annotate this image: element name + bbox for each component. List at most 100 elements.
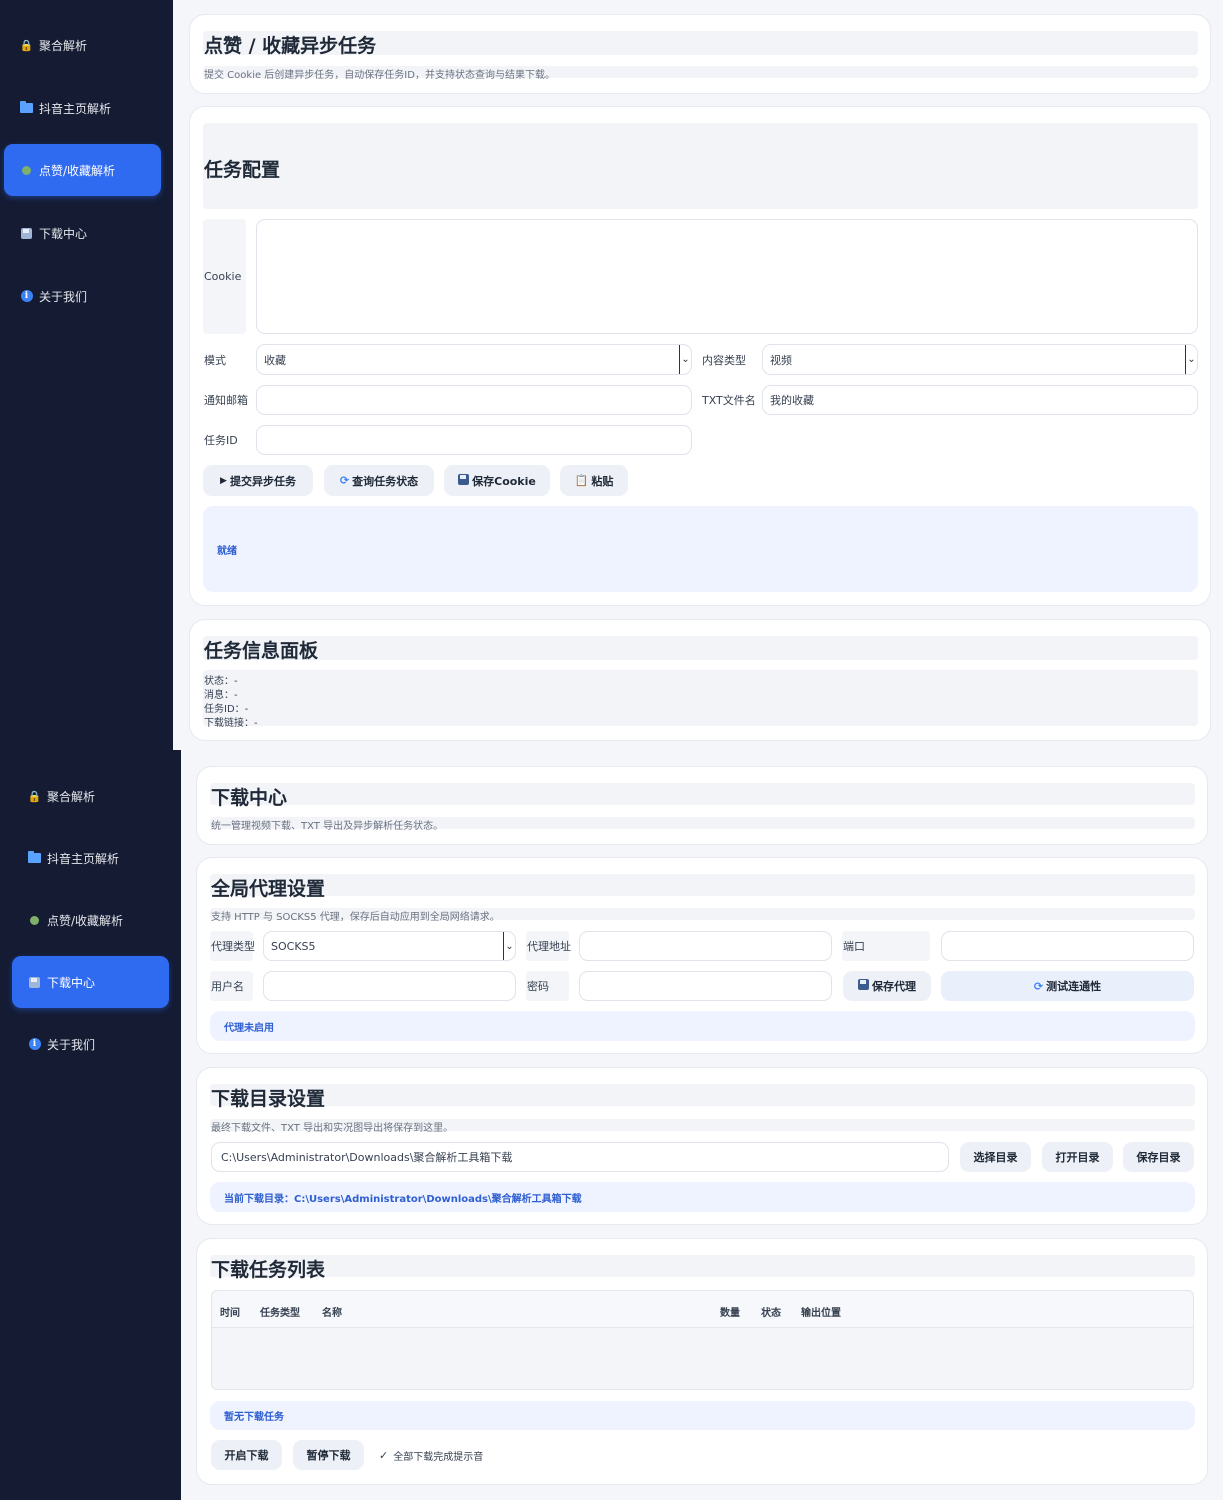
info-icon: i	[28, 1038, 41, 1051]
sidebar-item-douyin-home[interactable]: 抖音主页解析	[4, 82, 161, 134]
sidebar-item-label: 聚合解析	[39, 38, 88, 53]
proxy-settings-card: 全局代理设置 支持 HTTP 与 SOCKS5 代理，保存后自动应用到全局网络请…	[196, 857, 1208, 1054]
task-id-input[interactable]	[256, 425, 692, 455]
content-type-select[interactable]: 视频 ⌄	[762, 344, 1198, 375]
username-label: 用户名	[211, 980, 244, 993]
txt-filename-input[interactable]: 我的收藏	[762, 385, 1198, 415]
save-directory-button[interactable]: 保存目录	[1123, 1142, 1194, 1172]
sidebar-item-download-center[interactable]: 下载中心	[12, 956, 169, 1008]
proxy-title: 全局代理设置	[211, 878, 326, 900]
title-bar	[210, 783, 1195, 805]
sidebar-item-aggregate[interactable]: 🔒 聚合解析	[4, 19, 161, 71]
info-download-link: 下载链接：-	[204, 718, 258, 729]
save-cookie-label: 保存Cookie	[472, 474, 536, 488]
play-icon: ▶	[220, 475, 227, 486]
save-icon	[858, 979, 869, 993]
content-type-label: 内容类型	[702, 353, 746, 367]
email-input[interactable]	[256, 385, 692, 415]
page-subtitle: 提交 Cookie 后创建异步任务，自动保存任务ID，并支持状态查询与结果下载。	[204, 70, 555, 81]
section-title: 任务配置	[204, 159, 281, 181]
column-status: 状态	[761, 1308, 781, 1319]
page-subtitle: 统一管理视频下载、TXT 导出及异步解析任务状态。	[211, 821, 444, 832]
open-directory-button[interactable]: 打开目录	[1042, 1142, 1113, 1172]
sidebar-item-label: 下载中心	[39, 226, 88, 241]
query-status-button[interactable]: ⟳ 查询任务状态	[324, 465, 434, 496]
column-time: 时间	[220, 1308, 240, 1319]
paste-label: 粘贴	[591, 474, 614, 488]
choose-directory-button[interactable]: 选择目录	[960, 1142, 1031, 1172]
download-center-page: 🔒 聚合解析 抖音主页解析 点赞/收藏解析 下载中心 i 关于我们 下载中心 统…	[0, 750, 1223, 1500]
sidebar: 🔒 聚合解析 抖音主页解析 点赞/收藏解析 下载中心 i 关于我们	[0, 0, 173, 750]
task-id-label: 任务ID	[204, 434, 238, 447]
info-status: 状态：-	[204, 676, 238, 687]
save-icon	[20, 227, 33, 240]
password-input[interactable]	[579, 971, 832, 1001]
info-icon: i	[20, 290, 33, 303]
sidebar-item-label: 聚合解析	[47, 789, 96, 804]
sidebar-item-aggregate[interactable]: 🔒 聚合解析	[12, 770, 169, 822]
directory-title: 下载目录设置	[211, 1088, 326, 1110]
cookie-textarea[interactable]	[256, 219, 1198, 334]
like-collect-page: 🔒 聚合解析 抖音主页解析 点赞/收藏解析 下载中心 i 关于我们 点赞 / 收…	[0, 0, 1223, 750]
save-proxy-button[interactable]: 保存代理	[843, 971, 931, 1001]
sidebar-item-like-collect[interactable]: 点赞/收藏解析	[12, 894, 169, 946]
username-input[interactable]	[263, 971, 516, 1001]
sidebar-item-download-center[interactable]: 下载中心	[4, 207, 161, 259]
notify-sound-checkbox[interactable]: ✓ 全部下载完成提示音	[379, 1440, 483, 1470]
mode-select-value: 收藏	[264, 353, 286, 367]
proxy-port-input[interactable]	[941, 931, 1194, 961]
section-title-bar	[210, 874, 1195, 896]
column-output: 输出位置	[801, 1308, 841, 1319]
task-config-card: 任务配置 Cookie 模式 收藏 ⌄ 内容类型 视频 ⌄ 通知邮箱 TXT文件…	[189, 106, 1211, 606]
proxy-address-input[interactable]	[579, 931, 832, 961]
save-proxy-label: 保存代理	[872, 980, 916, 993]
refresh-icon: ⟳	[1033, 979, 1044, 993]
proxy-type-value: SOCKS5	[271, 939, 316, 953]
table-header	[212, 1291, 1193, 1328]
paste-button[interactable]: 📋 粘贴	[560, 465, 628, 496]
email-label: 通知邮箱	[204, 394, 248, 407]
submit-task-button[interactable]: ▶ 提交异步任务	[203, 465, 313, 496]
test-connectivity-label: 测试连通性	[1046, 980, 1102, 993]
save-cookie-button[interactable]: 保存Cookie	[444, 465, 550, 496]
sidebar-item-douyin-home[interactable]: 抖音主页解析	[12, 832, 169, 884]
sidebar-item-about[interactable]: i 关于我们	[12, 1018, 169, 1070]
info-panel-title: 任务信息面板	[204, 640, 319, 662]
tasks-title: 下载任务列表	[211, 1259, 326, 1281]
directory-subtitle: 最终下载文件、TXT 导出和实况图导出将保存到这里。	[211, 1123, 454, 1134]
section-title-bar	[210, 1084, 1195, 1106]
sidebar-item-label: 关于我们	[47, 1037, 96, 1052]
pause-download-button[interactable]: 暂停下载	[293, 1440, 364, 1470]
txt-filename-label: TXT文件名	[702, 394, 756, 407]
sidebar-item-about[interactable]: i 关于我们	[4, 270, 161, 322]
sidebar-item-label: 关于我们	[39, 289, 88, 304]
test-connectivity-button[interactable]: ⟳ 测试连通性	[941, 971, 1194, 1001]
chevron-down-icon: ⌄	[503, 932, 515, 960]
proxy-type-select[interactable]: SOCKS5 ⌄	[263, 931, 516, 961]
column-count: 数量	[720, 1308, 740, 1319]
content-type-select-value: 视频	[770, 353, 792, 367]
sidebar-item-like-collect[interactable]: 点赞/收藏解析	[4, 144, 161, 196]
cookie-label: Cookie	[204, 270, 242, 283]
password-label: 密码	[527, 980, 549, 993]
chevron-down-icon: ⌄	[679, 345, 691, 374]
directory-path-input[interactable]: C:\Users\Administrator\Downloads\聚合解析工具箱…	[211, 1142, 949, 1172]
section-title-bar	[210, 1255, 1195, 1277]
proxy-address-label: 代理地址	[527, 940, 571, 953]
page-header-card: 点赞 / 收藏异步任务 提交 Cookie 后创建异步任务，自动保存任务ID，并…	[189, 14, 1211, 94]
submit-task-label: 提交异步任务	[229, 474, 296, 488]
proxy-type-label: 代理类型	[211, 940, 255, 953]
page-title: 下载中心	[211, 787, 288, 809]
sidebar-item-label: 点赞/收藏解析	[47, 913, 124, 928]
section-title-bar	[203, 636, 1198, 660]
download-header-card: 下载中心 统一管理视频下载、TXT 导出及异步解析任务状态。	[196, 766, 1208, 845]
checkmark-icon: ✓	[379, 1448, 389, 1462]
mode-select[interactable]: 收藏 ⌄	[256, 344, 692, 375]
download-directory-card: 下载目录设置 最终下载文件、TXT 导出和实况图导出将保存到这里。 C:\Use…	[196, 1067, 1208, 1225]
folder-icon	[20, 101, 33, 115]
tasks-table: 时间 任务类型 名称 数量 状态 输出位置	[211, 1290, 1194, 1390]
start-download-button[interactable]: 开启下载	[211, 1440, 282, 1470]
task-info-card: 任务信息面板 状态：- 消息：- 任务ID：- 下载链接：-	[189, 619, 1211, 741]
sidebar-item-label: 点赞/收藏解析	[39, 163, 116, 178]
sidebar-item-label: 下载中心	[47, 975, 96, 990]
